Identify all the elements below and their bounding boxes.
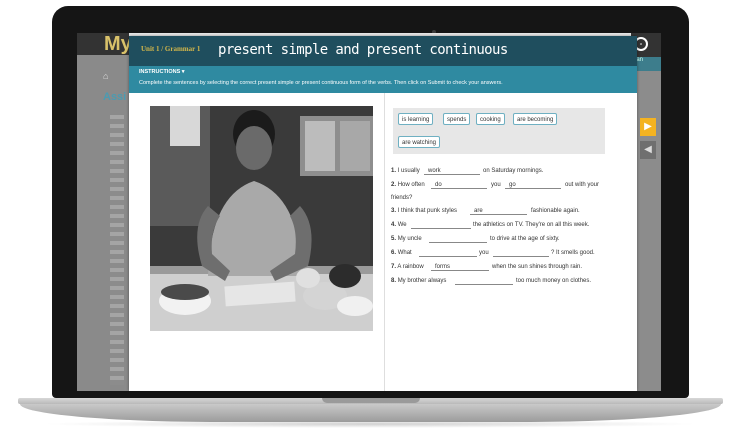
sentence-item: 8. My brother always too much money on c… xyxy=(391,277,592,285)
background-page-title: Assi xyxy=(103,91,127,103)
exercise-photo xyxy=(150,106,373,331)
sentence-item: 4. We the athletics on TV. They're on al… xyxy=(391,221,590,229)
answer-blank[interactable]: are xyxy=(470,207,527,215)
instructions-text: Complete the sentences by selecting the … xyxy=(139,80,503,86)
word-chip[interactable]: are becoming xyxy=(513,113,558,125)
laptop-notch xyxy=(322,398,420,403)
answer-blank[interactable]: work xyxy=(424,167,480,175)
answer-blank[interactable] xyxy=(455,277,513,285)
laptop-base xyxy=(20,404,721,422)
screen: My ⌂ Assi Se o Plan ▶ ◀ Unit 1 / Grammar… xyxy=(77,33,661,391)
word-chip[interactable]: are watching xyxy=(398,136,441,148)
instructions-label: INSTRUCTIONS ▾ xyxy=(139,69,185,75)
modal-header: Unit 1 / Grammar 1 present simple and pr… xyxy=(129,36,637,66)
answer-blank[interactable] xyxy=(493,249,549,257)
page-title: present simple and present continuous xyxy=(218,42,508,58)
sentence-item: 6. What you ? It smells good. xyxy=(391,249,595,257)
word-chip[interactable]: cooking xyxy=(476,113,505,125)
exercise-modal: Unit 1 / Grammar 1 present simple and pr… xyxy=(129,36,637,391)
app-logo: My xyxy=(104,33,132,55)
next-arrow-button[interactable]: ▶ xyxy=(640,118,656,136)
sentence-item: 7. A rainbow forms when the sun shines t… xyxy=(391,263,583,271)
sentence-item: 5. My uncle to drive at the age of sixty… xyxy=(391,235,560,243)
answer-blank[interactable] xyxy=(411,221,471,229)
answer-blank[interactable]: forms xyxy=(431,263,489,271)
background-list xyxy=(110,115,124,385)
sentence-item: 3. I think that punk styles are fashiona… xyxy=(391,207,580,215)
answer-blank[interactable] xyxy=(429,235,487,243)
instructions-bar: INSTRUCTIONS ▾ Complete the sentences by… xyxy=(129,66,637,93)
collapse-icon[interactable]: ▾ xyxy=(182,69,185,75)
column-divider xyxy=(384,93,385,391)
sentence-list: 1. I usually work on Saturday mornings. … xyxy=(391,167,611,291)
answer-blank[interactable]: go xyxy=(505,181,561,189)
sentence-item: 1. I usually work on Saturday mornings. xyxy=(391,167,544,175)
word-chip[interactable]: is learning xyxy=(398,113,434,125)
breadcrumb: Unit 1 / Grammar 1 xyxy=(141,45,201,53)
answer-blank[interactable] xyxy=(419,249,477,257)
prev-arrow-button[interactable]: ◀ xyxy=(640,141,656,159)
word-chip[interactable]: spends xyxy=(443,113,471,125)
word-bank: is learning spends cooking are becoming … xyxy=(393,108,605,154)
man-cooking-image xyxy=(150,106,373,331)
sentence-item: 2. How often do you go out with your fri… xyxy=(391,181,600,201)
answer-blank[interactable]: do xyxy=(431,181,487,189)
home-icon[interactable]: ⌂ xyxy=(103,71,108,81)
